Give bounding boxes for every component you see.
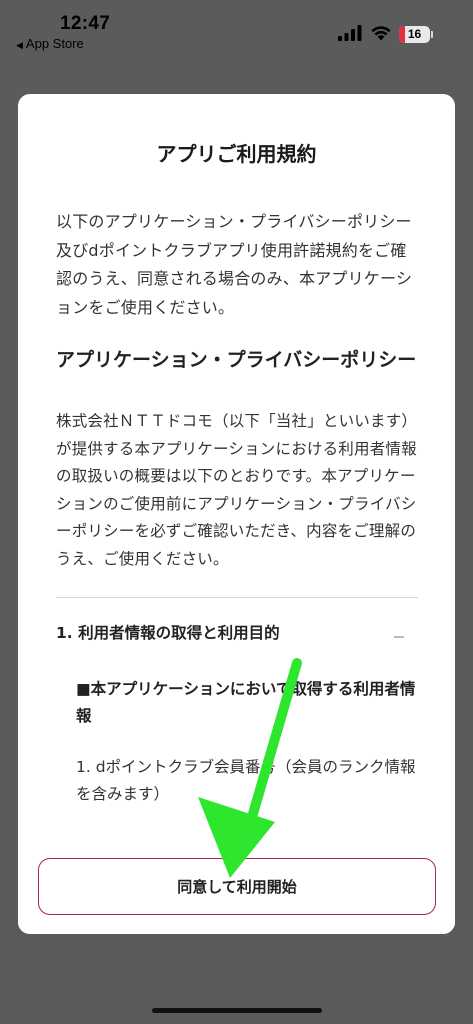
back-triangle-icon: ◀ — [16, 40, 23, 50]
terms-modal: アプリご利用規約 以下のアプリケーション・プライバシーポリシー及びdポイントクラ… — [18, 94, 455, 934]
status-time: 12:47 — [60, 13, 111, 34]
home-indicator — [152, 1008, 322, 1013]
status-bar: 12:47 ◀ App Store 16 — [0, 0, 473, 60]
cellular-signal-icon — [338, 25, 362, 41]
modal-title: アプリご利用規約 — [156, 142, 317, 166]
battery-icon: 16 — [399, 26, 430, 43]
battery-level: 16 — [407, 27, 422, 41]
wifi-icon — [371, 26, 391, 41]
list-item: 1. dポイントクラブ会員番号（会員のランク情報を含みます） — [76, 758, 416, 803]
divider — [56, 597, 418, 598]
back-to-app-store-link[interactable]: ◀ App Store — [16, 36, 84, 51]
privacy-policy-heading: アプリケーション・プライバシーポリシー — [56, 349, 417, 371]
collapse-minus-icon[interactable] — [394, 636, 404, 638]
accordion-header[interactable]: 1. 利用者情報の取得と利用目的 — [56, 620, 418, 650]
accordion-sub-heading: ■本アプリケーションにおいて取得する利用者情報 — [76, 680, 416, 725]
accordion-title: 1. 利用者情報の取得と利用目的 — [56, 624, 280, 642]
intro-text: 以下のアプリケーション・プライバシーポリシー及びdポイントクラブアプリ使用許諾規… — [56, 212, 413, 317]
battery-cap — [431, 31, 433, 38]
privacy-policy-body: 株式会社ＮＴＴドコモ（以下「当社」といいます）が提供する本アプリケーションにおけ… — [56, 412, 418, 568]
back-app-label: App Store — [25, 36, 84, 51]
agree-and-start-button[interactable]: 同意して利用開始 — [38, 858, 436, 915]
